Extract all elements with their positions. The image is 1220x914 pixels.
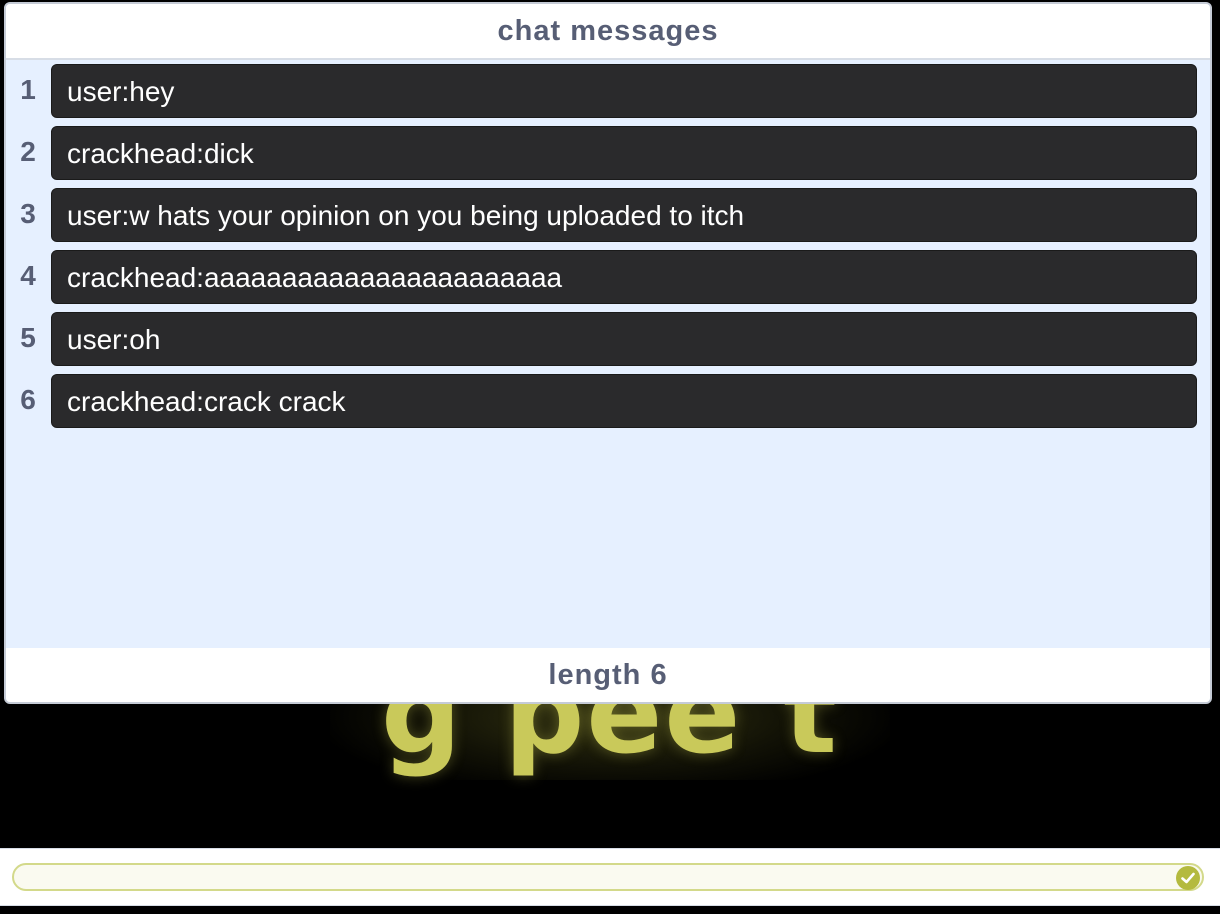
chat-list[interactable]: 1 user:hey 2 crackhead:dick 3 user:w hat… [6,62,1210,648]
list-item-value[interactable]: crackhead:aaaaaaaaaaaaaaaaaaaaaaa [51,250,1197,304]
list-title: chat messages [6,4,1210,60]
list-item-value[interactable]: crackhead:crack crack [51,374,1197,428]
answer-input[interactable] [12,863,1204,891]
list-item-index: 2 [20,136,36,167]
list-item-value[interactable]: crackhead:dick [51,126,1197,180]
answer-bar [0,848,1220,906]
list-item: 5 user:oh [6,310,1210,366]
list-item: 6 crackhead:crack crack [6,372,1210,428]
list-item-index: 3 [20,198,36,229]
submit-button[interactable] [1176,866,1200,890]
list-item-index: 4 [20,260,36,291]
list-item-value[interactable]: user:hey [51,64,1197,118]
list-item-index: 1 [20,74,36,105]
list-item-index: 5 [20,322,36,353]
list-item-value[interactable]: user:oh [51,312,1197,366]
list-item-index: 6 [20,384,36,415]
list-item: 4 crackhead:aaaaaaaaaaaaaaaaaaaaaaa [6,248,1210,304]
list-item: 2 crackhead:dick [6,124,1210,180]
list-item: 3 user:w hats your opinion on you being … [6,186,1210,242]
list-item-value[interactable]: user:w hats your opinion on you being up… [51,188,1197,242]
list-item: 1 user:hey [6,62,1210,118]
list-length-label: length 6 [6,648,1210,702]
stage: g pee t chat messages 1 user:hey 2 crack… [0,0,1220,914]
chat-list-monitor: chat messages 1 user:hey 2 crackhead:dic… [4,2,1212,704]
